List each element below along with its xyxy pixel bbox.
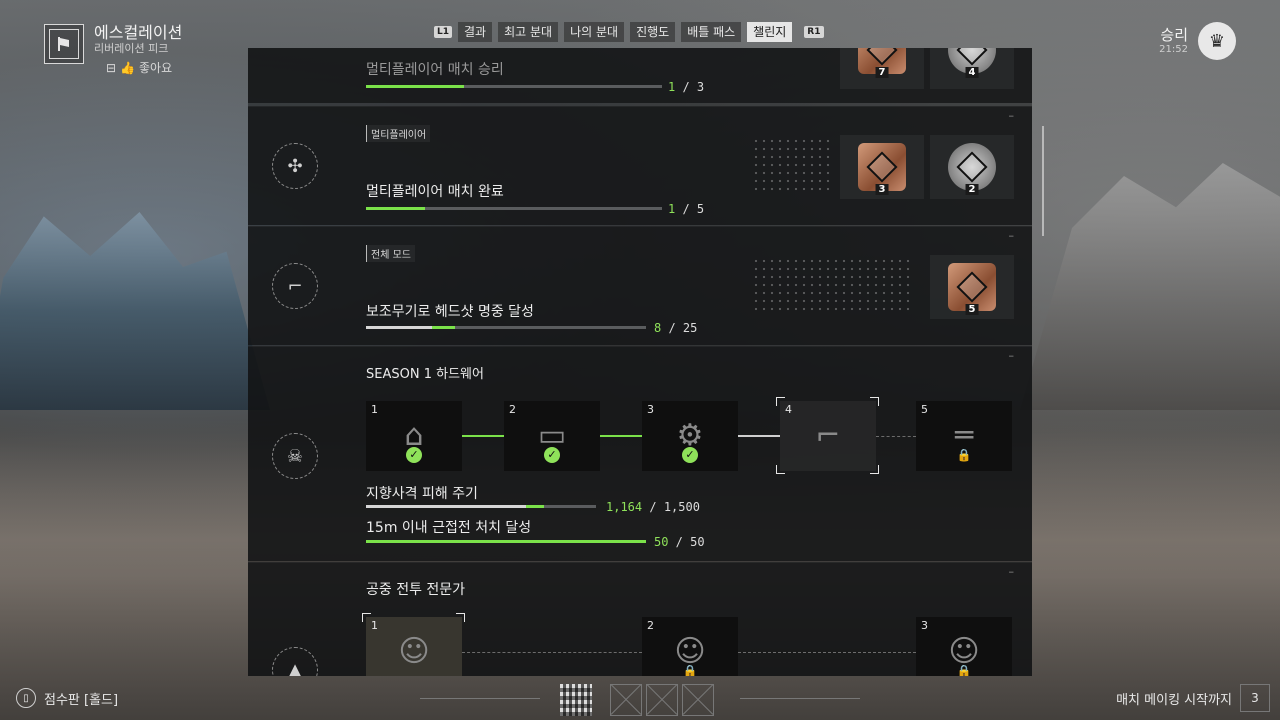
challenge-title: 공중 전투 전문가 [366, 582, 466, 598]
tab-best-squad[interactable]: 최고 분대 [498, 22, 559, 42]
empty-slot[interactable] [610, 684, 642, 716]
matchmaking-label: 매치 메이킹 시작까지 [1116, 692, 1232, 708]
operator-portrait-icon: ☺ [398, 634, 430, 669]
hardware-slot-current[interactable]: 4 ⌐ [780, 401, 876, 471]
progress-bar [366, 326, 646, 329]
hardware-slot[interactable]: 1 ⌂ ✓ [366, 401, 462, 471]
hardware-slot[interactable]: 2 ▭ ✓ [504, 401, 600, 471]
tab-results[interactable]: 결과 [458, 22, 493, 42]
player-emblem[interactable] [44, 24, 84, 64]
operator-skin-slot[interactable]: 3 ☺ 🔒 [916, 617, 1012, 676]
challenge-title: 보조무기로 헤드샷 명중 달성 [366, 304, 534, 320]
reward-slot[interactable]: 2 [930, 135, 1014, 199]
match-time: 21:52 [1159, 44, 1188, 55]
operator-skin-slot[interactable]: 1 ☺ [366, 617, 462, 676]
lock-icon: 🔒 [956, 664, 972, 676]
task-title: 15m 이내 근접전 처치 달성 [366, 520, 532, 536]
player-name: 에스컬레이션 [94, 23, 183, 42]
check-icon: ✓ [544, 447, 560, 463]
category-tag: 전체 모드 [366, 245, 415, 262]
crossed-blades-icon: ✣ [272, 143, 318, 189]
player-card-icon[interactable] [560, 684, 592, 716]
touchpad-button-icon: ▯ [16, 688, 36, 708]
tab-battle-pass[interactable]: 배틀 패스 [681, 22, 742, 42]
r1-key-icon: R1 [804, 26, 824, 38]
squad-slots [560, 684, 718, 716]
progress-count: 50 / 50 [654, 535, 705, 549]
tab-challenges[interactable]: 챌린지 [747, 22, 793, 42]
scrollbar[interactable] [1042, 126, 1044, 236]
category-tag: 멀티플레이어 [366, 125, 431, 142]
background-mountain-left [0, 212, 270, 410]
progress-count: 1,164 / 1,500 [606, 500, 700, 514]
matchmaking-timer: 매치 메이킹 시작까지 3 [1116, 684, 1270, 712]
operator-skin-slot[interactable]: 2 ☺ 🔒 [642, 617, 738, 676]
task-title: 지향사격 피해 주기 [366, 486, 478, 502]
flag-icon [58, 37, 69, 51]
background-mountain-right [1020, 163, 1280, 410]
thumbs-up-icon: 👍 [120, 60, 136, 75]
progress-count: 1 / 5 [668, 202, 705, 216]
progress-bar [366, 207, 662, 210]
challenge-card[interactable]: 멀티플레이어 매치 승리 1 / 3 7 4 [248, 48, 1032, 103]
result-label: 승리 [1160, 26, 1188, 44]
reward-slot[interactable]: 5 [930, 255, 1014, 319]
progress-bar [366, 85, 662, 88]
progress-bar [366, 505, 596, 508]
lock-icon: 🔒 [682, 664, 698, 676]
countdown-value: 3 [1240, 684, 1270, 712]
challenge-list: 멀티플레이어 매치 승리 1 / 3 7 4 – ✣ 멀티플레이어 멀티플레이어… [248, 48, 1032, 676]
like-button[interactable]: ⊟ 👍 좋아요 [106, 59, 182, 76]
reward-slot[interactable]: 3 [840, 135, 924, 199]
progress-bar [366, 540, 646, 543]
progress-count: 8 / 25 [654, 321, 698, 335]
check-icon: ✓ [406, 447, 422, 463]
crown-icon: ♛ [1198, 22, 1236, 60]
reward-slot[interactable]: 4 [930, 48, 1014, 89]
stock-icon: ⌐ [815, 418, 841, 453]
challenge-card[interactable]: – ⌐ 전체 모드 보조무기로 헤드샷 명중 달성 8 / 25 5 [248, 226, 1032, 345]
scoreboard-label: 점수판 [홀드] [44, 692, 119, 708]
aircraft-icon: ▲ [272, 647, 318, 676]
challenge-card[interactable]: – ▲ 공중 전투 전문가 1 ☺ 2 ☺ 🔒 3 ☺ 🔒 [248, 562, 1032, 676]
hardware-slot[interactable]: 5 ═ 🔒 [916, 401, 1012, 471]
check-icon: ✓ [682, 447, 698, 463]
tab-my-squad[interactable]: 나의 분대 [564, 22, 625, 42]
player-header: 에스컬레이션 리버레이션 피크 ⊟ 👍 좋아요 [44, 24, 182, 76]
challenge-title: 멀티플레이어 매치 승리 [366, 62, 504, 78]
empty-slot[interactable] [682, 684, 714, 716]
tab-bar: L1 결과 최고 분대 나의 분대 진행도 배틀 패스 챌린지 R1 [434, 22, 824, 42]
progress-count: 1 / 3 [668, 80, 705, 94]
match-result: 승리 21:52 ♛ [1159, 22, 1236, 60]
skull-crossbones-icon: ☠ [272, 433, 318, 479]
tab-progress[interactable]: 진행도 [630, 22, 676, 42]
l1-key-icon: L1 [434, 26, 452, 38]
pistol-icon: ⌐ [272, 263, 318, 309]
reward-slot[interactable]: 7 [840, 48, 924, 89]
challenge-title: SEASON 1 하드웨어 [366, 367, 484, 382]
like-label: 좋아요 [139, 61, 173, 75]
challenge-title: 멀티플레이어 매치 완료 [366, 184, 504, 200]
player-subtitle: 리버레이션 피크 [94, 42, 169, 55]
hardware-slot[interactable]: 3 ⚙ ✓ [642, 401, 738, 471]
controller-button-icon: ⊟ [106, 60, 117, 75]
challenge-card[interactable]: – ✣ 멀티플레이어 멀티플레이어 매치 완료 1 / 5 3 2 [248, 106, 1032, 225]
scoreboard-button[interactable]: ▯ 점수판 [홀드] [16, 688, 118, 708]
challenge-card[interactable]: – ☠ SEASON 1 하드웨어 1 ⌂ ✓ 2 ▭ ✓ 3 ⚙ ✓ 4 ⌐ [248, 346, 1032, 561]
empty-slot[interactable] [646, 684, 678, 716]
lock-icon: 🔒 [956, 448, 972, 462]
